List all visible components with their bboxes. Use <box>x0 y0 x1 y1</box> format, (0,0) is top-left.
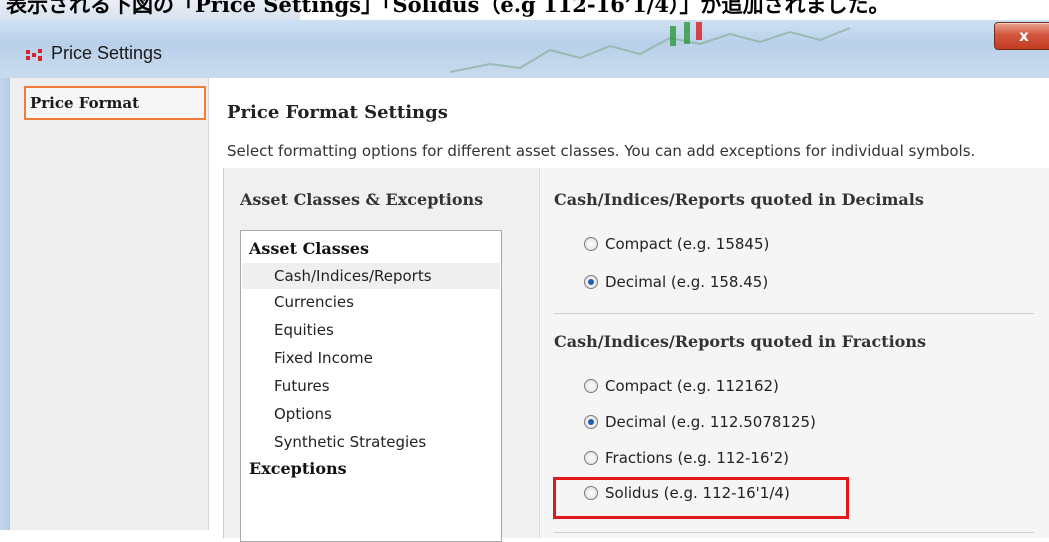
list-item-synthetic-strategies[interactable]: Synthetic Strategies <box>242 429 500 455</box>
top-text-strip: 表示される下図の「Price Settings」「Solidus（e.g 112… <box>0 0 1049 20</box>
radio-compact-decimal[interactable]: Compact (e.g. 15845) <box>584 232 769 256</box>
radio-label: Decimal (e.g. 112.5078125) <box>605 413 816 431</box>
close-icon: x <box>1019 27 1029 45</box>
group-asset-classes: Asset Classes <box>249 239 369 258</box>
main-content: Price Format Settings Select formatting … <box>209 78 1049 542</box>
radio-unchecked-icon <box>584 451 598 465</box>
decimals-section-title: Cash/Indices/Reports quoted in Decimals <box>554 190 924 209</box>
radio-compact-fraction[interactable]: Compact (e.g. 112162) <box>584 374 779 398</box>
asset-classes-header: Asset Classes & Exceptions <box>240 190 484 209</box>
list-item-cash-indices-reports[interactable]: Cash/Indices/Reports <box>242 263 500 289</box>
window-title: Price Settings <box>51 43 163 63</box>
app-logo-icon <box>26 49 42 61</box>
section-divider <box>554 313 1034 314</box>
nav-item-price-format[interactable]: Price Format <box>24 86 206 120</box>
fractions-section-title: Cash/Indices/Reports quoted in Fractions <box>554 332 926 351</box>
page-title: Price Format Settings <box>227 102 448 123</box>
window-titlebar: Price Settings x <box>0 20 1049 78</box>
group-exceptions[interactable]: Exceptions <box>249 459 347 478</box>
radio-fractions[interactable]: Fractions (e.g. 112-16'2) <box>584 446 789 470</box>
section-divider-bottom <box>554 532 1034 533</box>
radio-decimal-fraction[interactable]: Decimal (e.g. 112.5078125) <box>584 410 816 434</box>
top-text: 表示される下図の「Price Settings」「Solidus（e.g 112… <box>6 0 890 17</box>
settings-nav: Price Format <box>10 78 209 530</box>
asset-class-list[interactable]: Asset Classes Cash/Indices/Reports Curre… <box>240 230 502 542</box>
highlight-annotation-box <box>553 477 849 519</box>
radio-label: Compact (e.g. 112162) <box>605 377 779 395</box>
radio-unchecked-icon <box>584 379 598 393</box>
window-frame-left <box>0 78 10 530</box>
radio-decimal-decimal[interactable]: Decimal (e.g. 158.45) <box>584 270 768 294</box>
list-item-equities[interactable]: Equities <box>242 317 500 343</box>
list-item-options[interactable]: Options <box>242 401 500 427</box>
close-button[interactable]: x <box>994 22 1049 50</box>
radio-checked-icon <box>584 275 598 289</box>
page-description: Select formatting options for different … <box>227 142 976 160</box>
list-item-futures[interactable]: Futures <box>242 373 500 399</box>
radio-checked-icon <box>584 415 598 429</box>
list-item-currencies[interactable]: Currencies <box>242 289 500 315</box>
radio-unchecked-icon <box>584 237 598 251</box>
radio-label: Compact (e.g. 15845) <box>605 235 770 253</box>
list-item-fixed-income[interactable]: Fixed Income <box>242 345 500 371</box>
radio-label: Decimal (e.g. 158.45) <box>605 273 769 291</box>
background-chart-icon <box>449 22 851 73</box>
radio-label: Fractions (e.g. 112-16'2) <box>605 449 790 467</box>
